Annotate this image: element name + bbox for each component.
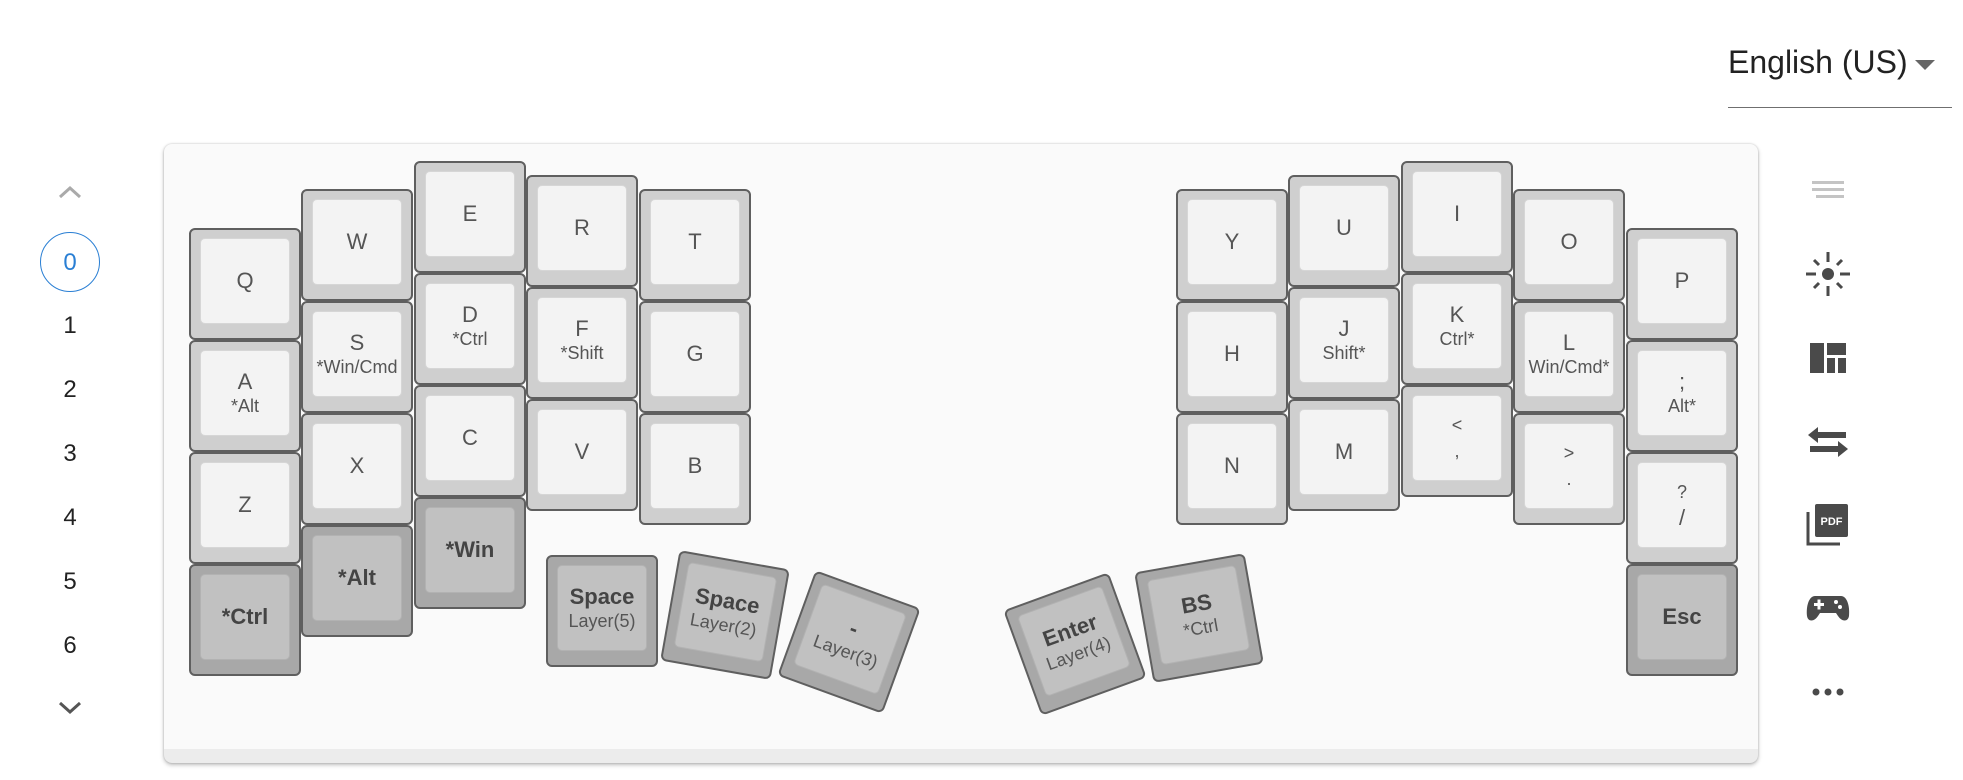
key-slash[interactable]: ? / [1626,452,1738,564]
key-d[interactable]: D *Ctrl [414,273,526,385]
language-label: English (US) [1728,44,1908,80]
key-n[interactable]: N [1176,413,1288,525]
key-f[interactable]: F *Shift [526,287,638,399]
swap-icon [1808,427,1848,457]
layer-item-6[interactable]: 6 [40,616,100,676]
key-m[interactable]: M [1288,399,1400,511]
swap-button[interactable] [1800,414,1856,470]
key-esc[interactable]: Esc [1626,564,1738,676]
key-t[interactable]: T [639,189,751,301]
brightness-icon [1806,252,1850,296]
key-g[interactable]: G [639,301,751,413]
key-w[interactable]: W [301,189,413,301]
key-comma[interactable]: <, [1401,385,1513,497]
chevron-up-icon [58,185,82,199]
more-button[interactable] [1800,664,1856,720]
export-pdf-button[interactable]: PDF [1800,496,1856,552]
key-space-layer5[interactable]: Space Layer(5) [546,555,658,667]
key-period[interactable]: >. [1513,413,1625,525]
language-select[interactable]: English (US) [1728,36,1952,108]
svg-text:PDF: PDF [1821,516,1843,528]
layout-icon [1810,343,1846,373]
chevron-down-icon [58,701,82,715]
layer-selector: 0 1 2 3 4 5 6 [30,176,110,736]
key-x[interactable]: X [301,413,413,525]
key-enter-layer4[interactable]: Enter Layer(4) [1003,572,1147,716]
key-y[interactable]: Y [1176,189,1288,301]
brightness-button[interactable] [1800,246,1856,302]
key-l[interactable]: L Win/Cmd* [1513,301,1625,413]
layout-button[interactable] [1800,330,1856,386]
key-s[interactable]: S *Win/Cmd [301,301,413,413]
gamepad-icon [1806,596,1850,621]
layer-item-2[interactable]: 2 [40,360,100,420]
key-h[interactable]: H [1176,301,1288,413]
layer-item-3[interactable]: 3 [40,424,100,484]
key-u[interactable]: U [1288,175,1400,287]
layer-up-button[interactable] [30,176,110,216]
layer-item-1[interactable]: 1 [40,296,100,356]
layer-down-button[interactable] [30,692,110,732]
layer-item-4[interactable]: 4 [40,488,100,548]
key-e[interactable]: E [414,161,526,273]
key-i[interactable]: I [1401,161,1513,273]
key-left-alt[interactable]: *Alt [301,525,413,637]
text-lines-icon [1812,181,1844,198]
pdf-icon: PDF [1806,504,1848,546]
key-space-layer2[interactable]: Space Layer(2) [660,550,790,680]
key-semicolon[interactable]: ; Alt* [1626,340,1738,452]
key-o[interactable]: O [1513,189,1625,301]
key-q[interactable]: Q [189,228,301,340]
key-v[interactable]: V [526,399,638,511]
right-toolbar: PDF [1800,160,1856,720]
key-left-win[interactable]: *Win [414,497,526,609]
keyboard-board: Q A *Alt Z *Ctrl W S *Win/Cmd X *Alt E D *C… [164,144,1758,763]
more-icon [1812,688,1844,696]
key-b[interactable]: B [639,413,751,525]
layer-item-5[interactable]: 5 [40,552,100,612]
gamepad-button[interactable] [1800,580,1856,636]
key-k[interactable]: K Ctrl* [1401,273,1513,385]
key-z[interactable]: Z [189,452,301,564]
key-a[interactable]: A *Alt [189,340,301,452]
key-left-ctrl[interactable]: *Ctrl [189,564,301,676]
text-view-button[interactable] [1800,162,1856,218]
key-c[interactable]: C [414,385,526,497]
caret-down-icon [1915,60,1935,70]
key-p[interactable]: P [1626,228,1738,340]
key-minus-layer3[interactable]: - Layer(3) [777,570,921,714]
key-r[interactable]: R [526,175,638,287]
key-backspace[interactable]: BS *Ctrl [1134,553,1264,683]
layer-item-0[interactable]: 0 [40,232,100,292]
key-j[interactable]: J Shift* [1288,287,1400,399]
